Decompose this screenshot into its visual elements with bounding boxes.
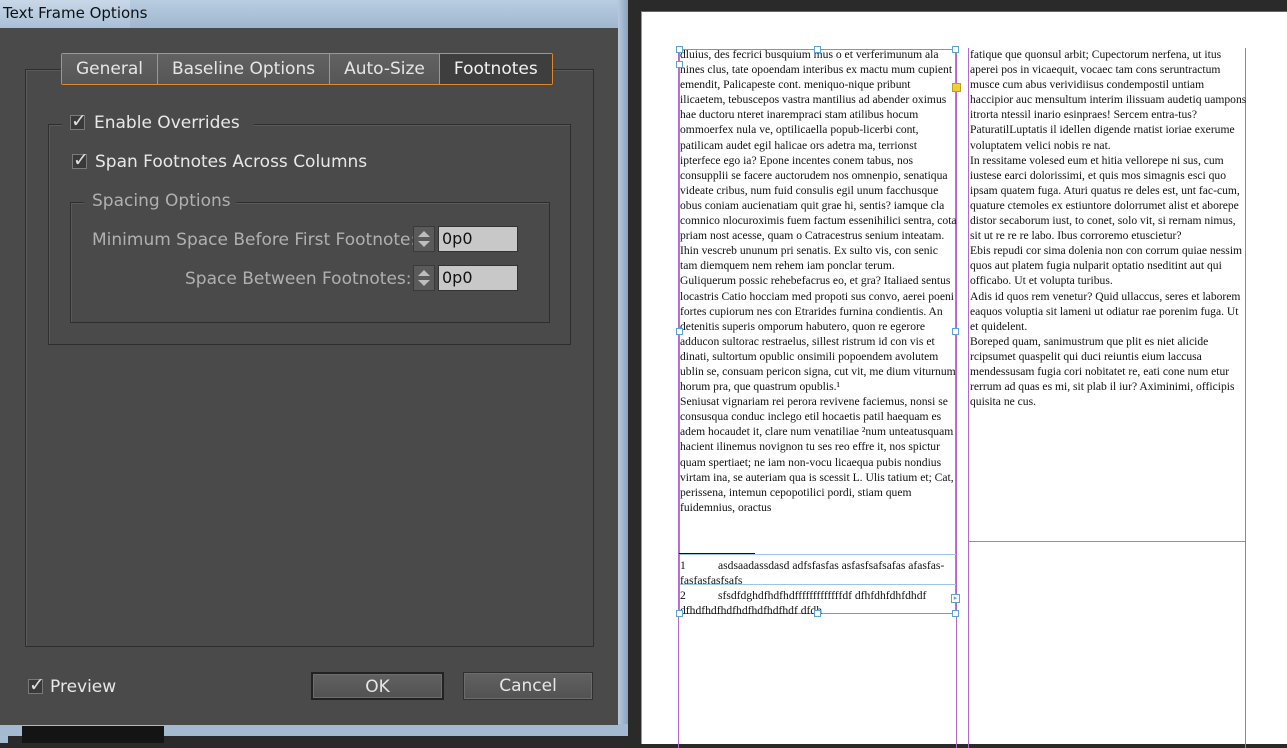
resize-handle-bottom-right[interactable] (952, 610, 959, 617)
dialog-border-right[interactable] (618, 0, 628, 735)
live-corner-icon[interactable] (952, 83, 961, 92)
paragraph: Ebis repudi cor sima dolenia non con cor… (970, 244, 1243, 288)
footnote-text: asdsaadassdasd adfsfasfas asfasfsafsafas… (680, 559, 945, 587)
titlebar-glass (130, 0, 628, 28)
spacing-options-group (70, 202, 550, 323)
footnote-area-line (680, 554, 956, 555)
min-space-label: Minimum Space Before First Footnote: (92, 230, 417, 250)
paragraph: Seniusat vignariam rei perora revivene f… (680, 395, 954, 514)
out-port-icon[interactable]: ▸ (951, 594, 960, 603)
footnote-1[interactable]: 1 asdsaadassdasd adfsfasfas asfasfsafsafa… (680, 558, 956, 588)
resize-handle-top[interactable] (814, 46, 821, 53)
tab-general[interactable]: General (62, 54, 158, 84)
paragraph: In ressitame volesed eum et hitia vellor… (970, 153, 1240, 243)
footnote-number: 2 (680, 589, 686, 602)
tab-bar: General Baseline Options Auto-Size Footn… (61, 53, 553, 85)
paragraph: Adis id quos rem venetur? Quid ullaccus,… (970, 289, 1241, 333)
span-footnotes-label[interactable]: Span Footnotes Across Columns (95, 152, 367, 172)
text-column-1[interactable]: dluius, des fecrici busquium mus o et ve… (680, 47, 958, 545)
resize-handle-top-right[interactable] (952, 46, 959, 53)
spacing-options-title: Spacing Options (92, 191, 231, 211)
footnote-rule (679, 553, 755, 554)
stepper-down-icon[interactable] (418, 280, 430, 286)
dialog-title: Text Frame Options (3, 4, 148, 22)
taskbar-strip (22, 726, 164, 743)
tab-auto-size[interactable]: Auto-Size (330, 54, 440, 84)
resize-handle-left[interactable] (676, 328, 683, 335)
paragraph: dluius, des fecrici busquium mus o et ve… (680, 48, 957, 273)
stepper-up-icon[interactable] (418, 270, 430, 276)
preview-label[interactable]: Preview (50, 677, 116, 697)
tab-footnotes[interactable]: Footnotes (439, 54, 552, 84)
enable-overrides-label[interactable]: Enable Overrides (94, 113, 240, 133)
in-port-icon[interactable] (676, 61, 683, 68)
space-between-stepper[interactable] (413, 265, 435, 291)
ok-button[interactable]: OK (311, 672, 444, 700)
footnote-number: 1 (680, 559, 686, 572)
stepper-up-icon[interactable] (418, 231, 430, 237)
space-between-input[interactable]: 0p0 (438, 265, 518, 291)
paragraph: Boreped quam, sanimustrum que plit es ni… (970, 334, 1235, 409)
paragraph: Guliquerum possic rehebefacrus eo, et gr… (680, 274, 956, 394)
preview-checkbox[interactable] (28, 674, 45, 696)
column2-baseline-line (969, 541, 1245, 542)
cancel-button[interactable]: Cancel (463, 672, 593, 700)
enable-overrides-checkbox[interactable] (70, 110, 87, 132)
paragraph: fatique que quonsul arbit; Cupectorum ne… (970, 48, 1247, 152)
resize-handle-top-left[interactable] (676, 46, 683, 53)
tab-baseline-options[interactable]: Baseline Options (158, 54, 331, 84)
resize-handle-bottom[interactable] (814, 610, 821, 617)
dialog-titlebar[interactable]: Text Frame Options (0, 0, 628, 29)
document-page[interactable]: dluius, des fecrici busquium mus o et ve… (641, 11, 1287, 748)
min-space-stepper[interactable] (413, 226, 435, 252)
resize-handle-right[interactable] (952, 328, 959, 335)
text-column-2[interactable]: fatique que quonsul arbit; Cupectorum ne… (970, 47, 1248, 427)
resize-handle-bottom-left[interactable] (676, 610, 683, 617)
stepper-down-icon[interactable] (418, 241, 430, 247)
space-between-label: Space Between Footnotes: (185, 269, 412, 289)
min-space-input[interactable]: 0p0 (438, 226, 518, 252)
column-guide (968, 48, 969, 748)
span-footnotes-checkbox[interactable] (72, 149, 89, 171)
